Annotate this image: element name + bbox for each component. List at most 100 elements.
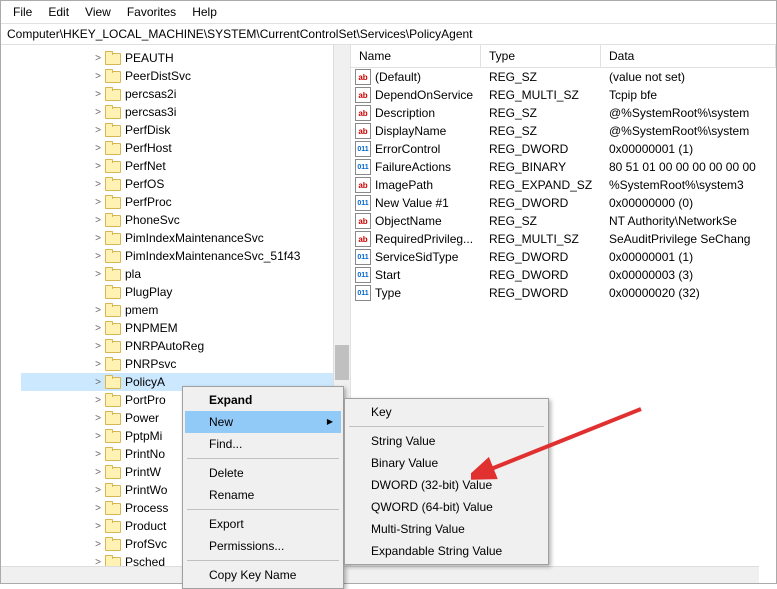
tree-item[interactable]: >PerfProc [21, 193, 350, 211]
list-item[interactable]: abDependOnServiceREG_MULTI_SZTcpip bfe [351, 86, 776, 104]
context-submenu-new[interactable]: Key String ValueBinary ValueDWORD (32-bit… [344, 398, 549, 565]
menu-item-new[interactable]: New [185, 411, 341, 433]
menu-item-multi-string-value[interactable]: Multi-String Value [347, 518, 546, 540]
expand-icon[interactable]: > [91, 449, 105, 460]
tree-item[interactable]: > PeerDistSvc [21, 67, 350, 85]
expand-icon[interactable]: > [91, 233, 105, 244]
col-data[interactable]: Data [601, 45, 776, 67]
expand-icon[interactable]: > [91, 395, 105, 406]
tree-item[interactable]: >PNRPsvc [21, 355, 350, 373]
menu-help[interactable]: Help [184, 3, 225, 21]
tree-item-label: PeerDistSvc [125, 69, 191, 83]
folder-icon [105, 231, 121, 245]
menu-file[interactable]: File [5, 3, 40, 21]
expand-icon[interactable]: > [91, 305, 105, 316]
tree-item[interactable]: >pla [21, 265, 350, 283]
expand-icon[interactable]: > [91, 359, 105, 370]
tree-item[interactable]: >PerfOS [21, 175, 350, 193]
menu-item-key[interactable]: Key [347, 401, 546, 423]
expand-icon[interactable]: > [91, 125, 105, 136]
expand-icon[interactable]: > [91, 89, 105, 100]
list-scrollbar-horizontal[interactable] [351, 566, 759, 583]
tree-item-label: PolicyA [125, 375, 165, 389]
list-item[interactable]: ab(Default)REG_SZ(value not set) [351, 68, 776, 86]
list-item[interactable]: 011FailureActionsREG_BINARY80 51 01 00 0… [351, 158, 776, 176]
menu-item-find[interactable]: Find... [185, 433, 341, 455]
menu-item-expand[interactable]: Expand [185, 389, 341, 411]
menu-item-copy-key-name[interactable]: Copy Key Name [185, 564, 341, 586]
value-name: Type [375, 286, 401, 300]
expand-icon[interactable]: > [91, 251, 105, 262]
address-bar[interactable]: Computer\HKEY_LOCAL_MACHINE\SYSTEM\Curre… [1, 24, 776, 45]
list-item[interactable]: abRequiredPrivileg...REG_MULTI_SZSeAudit… [351, 230, 776, 248]
list-item[interactable]: 011StartREG_DWORD0x00000003 (3) [351, 266, 776, 284]
menu-favorites[interactable]: Favorites [119, 3, 184, 21]
list-item[interactable]: 011New Value #1REG_DWORD0x00000000 (0) [351, 194, 776, 212]
list-item[interactable]: 011ServiceSidTypeREG_DWORD0x00000001 (1) [351, 248, 776, 266]
tree-item[interactable]: >PimIndexMaintenanceSvc [21, 229, 350, 247]
folder-icon [105, 411, 121, 425]
menu-item-binary-value[interactable]: Binary Value [347, 452, 546, 474]
expand-icon[interactable]: > [91, 377, 105, 388]
expand-icon[interactable]: > [91, 215, 105, 226]
expand-icon[interactable]: > [91, 521, 105, 532]
tree-item[interactable]: >PerfNet [21, 157, 350, 175]
list-item[interactable]: 011ErrorControlREG_DWORD0x00000001 (1) [351, 140, 776, 158]
menu-item-delete[interactable]: Delete [185, 462, 341, 484]
menu-item-expandable-string-value[interactable]: Expandable String Value [347, 540, 546, 562]
list-body: ab(Default)REG_SZ(value not set)abDepend… [351, 68, 776, 302]
expand-icon[interactable]: > [91, 503, 105, 514]
tree-item[interactable]: >PNPMEM [21, 319, 350, 337]
context-menu[interactable]: ExpandNewFind... DeleteRename ExportPermis… [182, 386, 344, 589]
menu-separator [349, 426, 544, 427]
list-item[interactable]: abDescriptionREG_SZ@%SystemRoot%\system [351, 104, 776, 122]
tree-item[interactable]: >PerfDisk [21, 121, 350, 139]
list-item[interactable]: abImagePathREG_EXPAND_SZ%SystemRoot%\sys… [351, 176, 776, 194]
menu-view[interactable]: View [77, 3, 119, 21]
tree-item[interactable]: >PerfHost [21, 139, 350, 157]
scrollbar-thumb[interactable] [335, 345, 349, 380]
menu-item-export[interactable]: Export [185, 513, 341, 535]
value-data: 0x00000000 (0) [601, 196, 776, 210]
string-value-icon: ab [355, 87, 371, 103]
tree-item[interactable]: >PEAUTH [21, 49, 350, 67]
expand-icon[interactable]: > [91, 107, 105, 118]
folder-icon [105, 339, 121, 353]
expand-icon[interactable]: > [91, 341, 105, 352]
expand-icon[interactable]: > [91, 467, 105, 478]
expand-icon[interactable]: > [91, 269, 105, 280]
expand-icon[interactable]: > [91, 197, 105, 208]
expand-icon[interactable]: > [91, 143, 105, 154]
menu-edit[interactable]: Edit [40, 3, 77, 21]
folder-icon [105, 321, 121, 335]
expand-icon[interactable]: > [91, 53, 105, 64]
expand-icon[interactable]: > [91, 539, 105, 550]
folder-icon [105, 69, 121, 83]
tree-item[interactable]: >percsas2i [21, 85, 350, 103]
col-type[interactable]: Type [481, 45, 601, 67]
expand-icon[interactable]: > [91, 413, 105, 424]
list-item[interactable]: 011TypeREG_DWORD0x00000020 (32) [351, 284, 776, 302]
tree-item[interactable]: >PimIndexMaintenanceSvc_51f43 [21, 247, 350, 265]
menu-item-qword-64-bit-value[interactable]: QWORD (64-bit) Value [347, 496, 546, 518]
menu-item-permissions[interactable]: Permissions... [185, 535, 341, 557]
col-name[interactable]: Name [351, 45, 481, 67]
menu-item-string-value[interactable]: String Value [347, 430, 546, 452]
expand-icon[interactable]: > [91, 179, 105, 190]
expand-icon[interactable]: > [91, 485, 105, 496]
tree-item[interactable]: PlugPlay [21, 283, 350, 301]
folder-icon [105, 375, 121, 389]
tree-item[interactable]: >pmem [21, 301, 350, 319]
menu-item-rename[interactable]: Rename [185, 484, 341, 506]
value-data: %SystemRoot%\system3 [601, 178, 776, 192]
expand-icon[interactable]: > [91, 431, 105, 442]
tree-item[interactable]: >PhoneSvc [21, 211, 350, 229]
expand-icon[interactable]: > [91, 161, 105, 172]
list-item[interactable]: abDisplayNameREG_SZ@%SystemRoot%\system [351, 122, 776, 140]
expand-icon[interactable]: > [91, 71, 105, 82]
expand-icon[interactable]: > [91, 323, 105, 334]
tree-item[interactable]: >PNRPAutoReg [21, 337, 350, 355]
list-item[interactable]: abObjectNameREG_SZNT Authority\NetworkSe [351, 212, 776, 230]
menu-item-dword-32-bit-value[interactable]: DWORD (32-bit) Value [347, 474, 546, 496]
tree-item[interactable]: >percsas3i [21, 103, 350, 121]
